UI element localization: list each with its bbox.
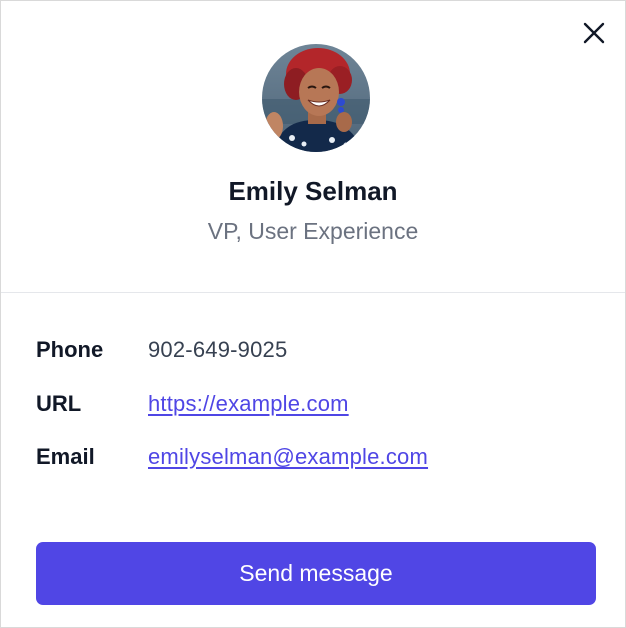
phone-label: Phone [36,337,104,362]
url-link[interactable]: https://example.com [148,391,349,417]
send-message-button[interactable]: Send message [36,542,596,605]
phone-value: 902-649-9025 [148,337,288,362]
profile-header: Emily Selman VP, User Experience [1,1,625,293]
close-icon [583,22,605,44]
detail-row-email: Email emilyselman@example.com [36,442,428,472]
email-link[interactable]: emilyselman@example.com [148,444,428,470]
profile-name: Emily Selman [228,176,398,206]
profile-title: VP, User Experience [207,218,419,244]
profile-card: Emily Selman VP, User Experience Phone 9… [0,0,626,628]
url-label: URL [36,391,82,416]
detail-row-phone: Phone 902-649-9025 [36,335,287,365]
close-button[interactable] [579,18,609,48]
detail-row-url: URL https://example.com [36,389,349,419]
person-avatar-icon [262,44,370,152]
avatar [262,44,370,152]
email-label: Email [36,444,95,469]
